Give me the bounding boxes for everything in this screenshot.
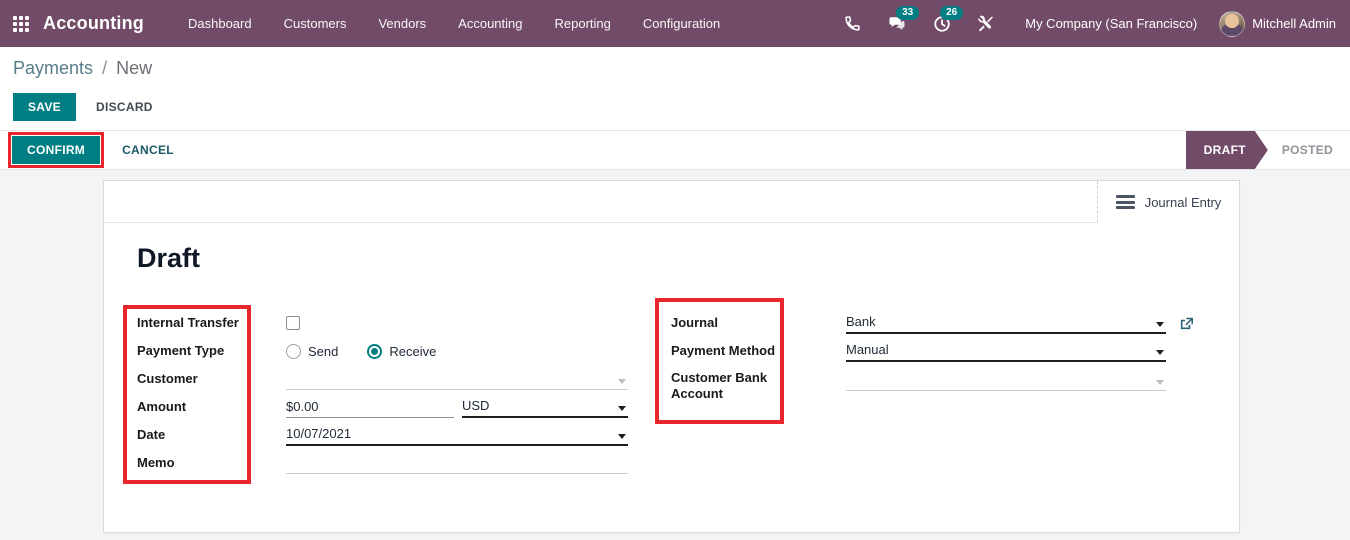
label-customer: Customer [137, 370, 198, 386]
odoo-accounting-page: Accounting Dashboard Customers Vendors A… [0, 0, 1350, 540]
navbar-systray: 33 26 My Company (San Francisco) Mitchel… [831, 5, 1350, 37]
activities-badge: 26 [940, 5, 964, 20]
messages-badge: 33 [896, 5, 920, 20]
label-payment-method: Payment Method [671, 342, 776, 358]
amount-input[interactable]: $0.00 [286, 399, 454, 418]
menu-configuration[interactable]: Configuration [627, 0, 736, 47]
statusbar-states: DRAFT POSTED [1186, 131, 1350, 169]
currency-select[interactable]: USD [462, 398, 628, 418]
app-title[interactable]: Accounting [43, 13, 144, 34]
control-panel: Payments / New SAVE DISCARD [0, 47, 1350, 130]
state-posted[interactable]: POSTED [1268, 131, 1350, 169]
user-avatar[interactable] [1219, 10, 1246, 37]
journal-entry-button[interactable]: Journal Entry [1097, 181, 1239, 223]
save-button[interactable]: SAVE [13, 93, 76, 121]
cancel-button[interactable]: CANCEL [122, 143, 174, 157]
highlight-box-confirm: CONFIRM [8, 132, 105, 168]
internal-transfer-checkbox[interactable] [286, 316, 300, 330]
payment-type-receive-label[interactable]: Receive [389, 344, 436, 359]
label-internal-transfer: Internal Transfer [137, 314, 239, 330]
apps-menu-icon[interactable] [13, 15, 29, 32]
tools-icon[interactable] [964, 15, 1007, 32]
chevron-down-icon [1156, 350, 1164, 355]
memo-input[interactable] [286, 452, 628, 474]
label-amount: Amount [137, 398, 187, 414]
breadcrumb-payments[interactable]: Payments [13, 58, 93, 78]
customer-select[interactable] [286, 368, 628, 390]
label-payment-type: Payment Type [137, 342, 225, 358]
customer-bank-account-select[interactable] [846, 369, 1166, 391]
discard-button[interactable]: DISCARD [96, 100, 153, 114]
menu-vendors[interactable]: Vendors [362, 0, 442, 47]
menu-reporting[interactable]: Reporting [539, 0, 627, 47]
chevron-down-icon [1156, 380, 1164, 385]
top-navbar: Accounting Dashboard Customers Vendors A… [0, 0, 1350, 47]
activities-icon[interactable]: 26 [920, 5, 964, 33]
company-switcher[interactable]: My Company (San Francisco) [1025, 16, 1197, 31]
payment-type-receive-radio[interactable] [367, 343, 383, 359]
label-journal: Journal [671, 314, 718, 330]
journal-entry-icon [1115, 193, 1135, 212]
label-memo: Memo [137, 454, 175, 470]
messages-icon[interactable]: 33 [874, 5, 920, 33]
label-date: Date [137, 426, 166, 442]
payment-type-send-label[interactable]: Send [308, 344, 338, 359]
button-box: Journal Entry [104, 181, 1239, 223]
menu-dashboard[interactable]: Dashboard [172, 0, 268, 47]
menu-accounting[interactable]: Accounting [442, 0, 538, 47]
field-group-left: Internal Transfer Payment Type Send Rece… [137, 309, 628, 477]
menu-customers[interactable]: Customers [268, 0, 363, 47]
record-title: Draft [137, 243, 201, 273]
field-group-right: Journal Bank Payment Method Manual Custo… [671, 309, 1193, 421]
external-link-icon[interactable] [1179, 316, 1194, 334]
breadcrumb: Payments / New [13, 58, 152, 79]
label-customer-bank-account: Customer Bank Account [671, 370, 768, 402]
payment-type-send-radio[interactable] [286, 343, 301, 359]
confirm-button[interactable]: CONFIRM [12, 136, 101, 164]
chevron-down-icon [618, 406, 626, 411]
chevron-down-icon [618, 434, 626, 439]
user-menu[interactable]: Mitchell Admin [1252, 16, 1336, 31]
chevron-down-icon [618, 379, 626, 384]
journal-entry-label: Journal Entry [1144, 194, 1222, 210]
chevron-down-icon [1156, 322, 1164, 327]
form-sheet: Journal Entry Draft Internal Transfer Pa… [103, 180, 1240, 533]
date-input[interactable]: 10/07/2021 [286, 424, 628, 446]
breadcrumb-separator: / [102, 58, 108, 78]
journal-select[interactable]: Bank [846, 312, 1166, 334]
breadcrumb-new: New [116, 58, 153, 78]
state-draft[interactable]: DRAFT [1186, 131, 1268, 169]
payment-method-select[interactable]: Manual [846, 340, 1166, 362]
phone-icon[interactable] [831, 15, 874, 32]
form-statusbar: CONFIRM CANCEL DRAFT POSTED [0, 130, 1350, 170]
